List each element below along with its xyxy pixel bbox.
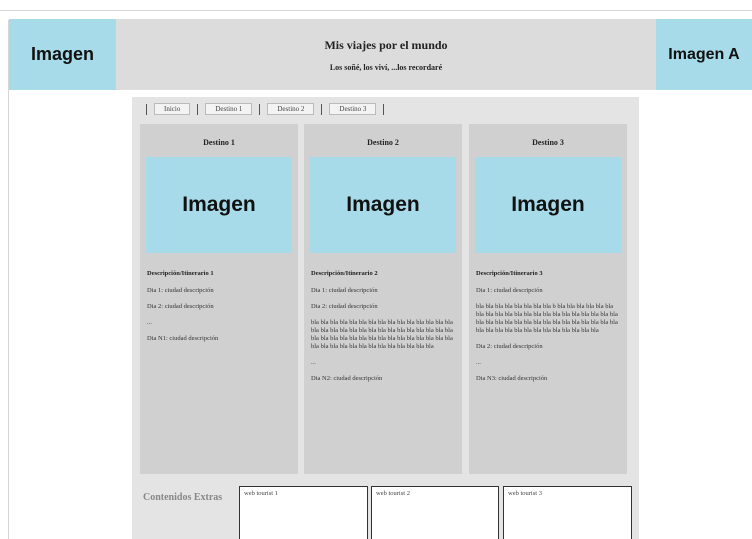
site-subtitle: Los soñé, los viví, ...los recordaré — [329, 63, 443, 72]
destination-image: Imagen — [475, 157, 621, 253]
left-divider — [8, 20, 9, 539]
itinerary-heading: Descripción/Itinerario 2 — [311, 270, 378, 277]
nav-inicio[interactable]: Inicio — [154, 103, 191, 115]
destination-title: Destino 3 — [532, 138, 564, 147]
destination-title: Destino 2 — [367, 138, 399, 147]
destination-image: Imagen — [310, 157, 456, 253]
site-title: Mis viajes por el mundo — [324, 38, 448, 52]
nav-separator — [259, 103, 261, 115]
nav-bar: Inicio Destino 1 Destino 2 Destino 3 — [139, 102, 391, 116]
itinerary-line: Dia N2: ciudad descripción — [311, 375, 383, 382]
destination-description: Descripción/Itinerario 3 Dia 1: ciudad d… — [476, 270, 621, 391]
itinerary-line: Dia 2: ciudad descripción — [311, 303, 378, 310]
itinerary-line: Dia N3: ciudad descripción — [476, 375, 548, 382]
header-image-right: Imagen A — [656, 19, 752, 90]
top-divider — [0, 10, 752, 11]
nav-separator — [197, 103, 199, 115]
nav-destino-2[interactable]: Destino 2 — [267, 103, 315, 115]
page-frame: Imagen Imagen A Mis viajes por el mundo … — [0, 0, 752, 539]
header-image-left: Imagen — [9, 19, 116, 90]
itinerary-line: Dia 1: ciudad descripción — [311, 287, 378, 294]
itinerary-line: ... — [311, 359, 316, 366]
destination-description: Descripción/Itinerario 1 Dia 1: ciudad d… — [147, 270, 292, 351]
nav-destino-3[interactable]: Destino 3 — [329, 103, 377, 115]
extra-box-1[interactable]: web tourist 1 — [239, 486, 368, 539]
itinerary-line: ... — [476, 359, 481, 366]
itinerary-heading: Descripción/Itinerario 3 — [476, 270, 543, 277]
itinerary-line: bla bla bla bla bla bla bla bla bla bla … — [311, 319, 453, 350]
nav-separator — [146, 103, 147, 115]
nav-destino-1[interactable]: Destino 1 — [205, 103, 253, 115]
itinerary-line: Dia 1: ciudad descripción — [147, 287, 214, 294]
itinerary-line: ... — [147, 319, 152, 326]
nav-separator — [383, 103, 385, 115]
extra-box-3[interactable]: web tourist 3 — [503, 486, 632, 539]
extras-label: Contenidos Extras — [143, 492, 223, 503]
itinerary-line: Dia N1: ciudad descripción — [147, 335, 219, 342]
destination-column-3: Destino 3 Imagen Descripción/Itinerario … — [469, 124, 627, 474]
site-header — [9, 19, 752, 90]
destination-description: Descripción/Itinerario 2 Dia 1: ciudad d… — [311, 270, 456, 391]
destination-column-1: Destino 1 Imagen Descripción/Itinerario … — [140, 124, 298, 474]
destination-title: Destino 1 — [203, 138, 235, 147]
extra-box-2[interactable]: web tourist 2 — [371, 486, 499, 539]
itinerary-line: Dia 2: ciudad descripción — [476, 343, 543, 350]
destination-column-2: Destino 2 Imagen Descripción/Itinerario … — [304, 124, 462, 474]
itinerary-heading: Descripción/Itinerario 1 — [147, 270, 214, 277]
itinerary-line: Dia 2: ciudad descripción — [147, 303, 214, 310]
destination-image: Imagen — [146, 157, 292, 253]
nav-separator — [321, 103, 323, 115]
itinerary-line: Dia 1: ciudad descripción — [476, 287, 543, 294]
itinerary-line: bla bla bla bla bla bla bla bla b bla bl… — [476, 303, 618, 334]
